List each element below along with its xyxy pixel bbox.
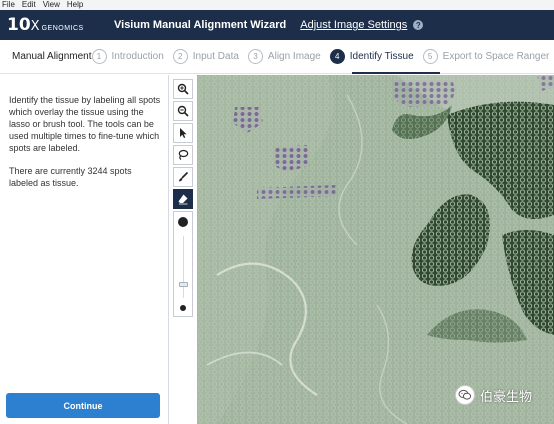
step-number: 1 xyxy=(91,49,107,64)
spot-count-text: There are currently 3244 spots labeled a… xyxy=(9,166,132,188)
continue-button[interactable]: Continue xyxy=(6,393,160,418)
app-header: 10 X GENOMICS Visium Manual Alignment Wi… xyxy=(0,10,554,40)
step-label: Introduction xyxy=(111,51,164,62)
step-bar: Manual Alignment 1 Introduction 2 Input … xyxy=(0,40,554,74)
logo: 10 X GENOMICS xyxy=(7,15,87,35)
small-brush-icon xyxy=(180,305,186,311)
step-introduction[interactable]: 1 Introduction xyxy=(91,49,164,64)
step-input-data[interactable]: 2 Input Data xyxy=(172,49,239,64)
active-step-indicator xyxy=(352,72,440,74)
wechat-icon xyxy=(455,385,475,405)
step-number: 3 xyxy=(247,49,263,64)
eraser-icon[interactable] xyxy=(173,189,193,209)
slider-track xyxy=(183,236,184,298)
pointer-icon[interactable] xyxy=(173,123,193,143)
lasso-icon[interactable] xyxy=(173,145,193,165)
app-title: Visium Manual Alignment Wizard xyxy=(114,19,287,31)
menu-edit[interactable]: Edit xyxy=(22,0,36,10)
instructions-text: Identify the tissue by labeling all spot… xyxy=(9,95,161,153)
logo-number: 10 xyxy=(7,15,31,35)
step-label: Identify Tissue xyxy=(349,51,414,62)
menu-help[interactable]: Help xyxy=(67,0,83,10)
zoom-in-icon[interactable] xyxy=(173,79,193,99)
mode-label: Manual Alignment xyxy=(12,51,92,62)
tissue-image[interactable] xyxy=(197,75,554,424)
step-number: 4 xyxy=(329,49,345,64)
step-number: 2 xyxy=(172,49,188,64)
menu-view[interactable]: View xyxy=(43,0,60,10)
tool-palette xyxy=(173,79,193,317)
question-circle-icon[interactable]: ? xyxy=(413,20,424,30)
watermark-text: 伯豪生物 xyxy=(480,389,533,405)
step-number: 5 xyxy=(422,49,438,64)
menu-bar: File Edit View Help xyxy=(0,0,554,10)
slider-handle[interactable] xyxy=(179,282,188,287)
step-label: Align Image xyxy=(267,51,321,62)
logo-x: X xyxy=(30,19,40,34)
watermark: 伯豪生物 xyxy=(455,385,532,405)
menu-file[interactable]: File xyxy=(2,0,15,10)
adjust-image-settings-link[interactable]: Adjust Image Settings xyxy=(300,19,407,31)
large-brush-icon xyxy=(178,217,188,227)
brush-size-slider[interactable] xyxy=(173,211,193,317)
step-identify-tissue[interactable]: 4 Identify Tissue xyxy=(329,49,414,64)
brush-icon[interactable] xyxy=(173,167,193,187)
zoom-out-icon[interactable] xyxy=(173,101,193,121)
step-label: Input Data xyxy=(192,51,239,62)
logo-wordmark: GENOMICS xyxy=(41,25,84,32)
step-align-image[interactable]: 3 Align Image xyxy=(247,49,321,64)
step-label: Export to Space Ranger xyxy=(442,51,550,62)
labeled-spot-cluster xyxy=(391,80,455,107)
tissue-image-viewport[interactable] xyxy=(197,75,554,424)
instructions-panel: Identify the tissue by labeling all spot… xyxy=(0,75,169,424)
step-export[interactable]: 5 Export to Space Ranger xyxy=(422,49,550,64)
